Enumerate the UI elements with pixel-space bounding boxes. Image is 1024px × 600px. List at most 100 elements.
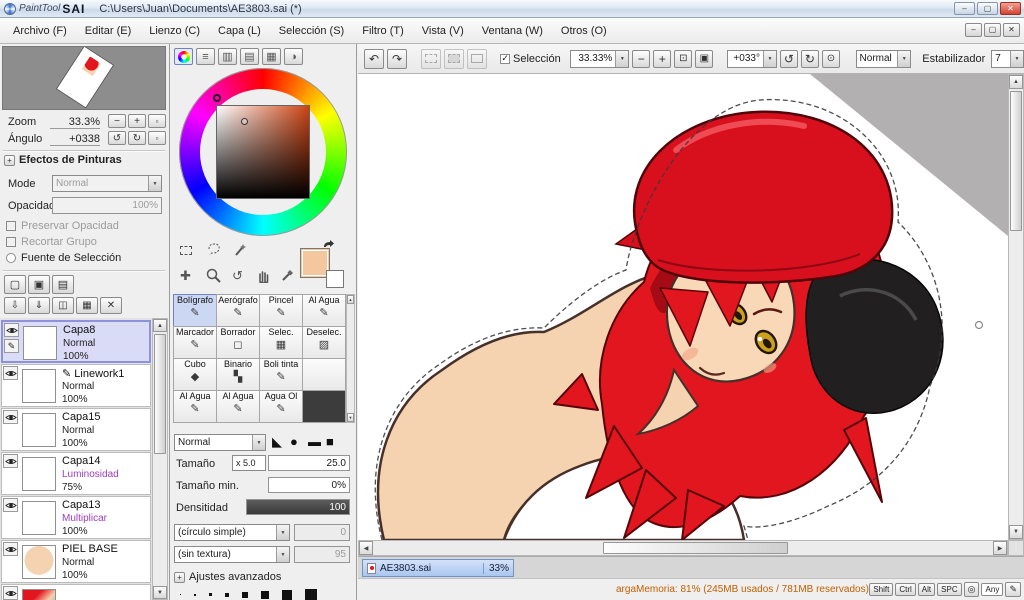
canvas-vscrollbar[interactable]: ▲ ▼ bbox=[1008, 74, 1024, 540]
scroll-down-icon[interactable]: ▼ bbox=[1009, 525, 1023, 539]
zoom-combo[interactable]: 33.33% ▼ bbox=[569, 49, 630, 68]
minimize-button[interactable]: – bbox=[954, 2, 975, 15]
magic-wand-tool[interactable] bbox=[232, 242, 248, 260]
min-size-slider[interactable]: 0% bbox=[268, 477, 350, 493]
scroll-up-icon[interactable]: ▲ bbox=[347, 295, 354, 304]
paint-target-icon[interactable]: ✎ bbox=[4, 339, 19, 353]
layer-row-capa8[interactable]: ✎ Capa8 Normal 100% bbox=[1, 320, 151, 363]
crop-selection-button[interactable] bbox=[466, 48, 487, 69]
scroll-up-icon[interactable]: ▲ bbox=[1009, 75, 1023, 89]
new-layer-button[interactable]: ▢ bbox=[4, 275, 26, 294]
brush-shape-strength[interactable]: 0 bbox=[294, 524, 350, 541]
nav-zoom-in-button[interactable]: + bbox=[128, 114, 146, 128]
nib-chisel-icon[interactable]: ▬ bbox=[308, 434, 321, 449]
delete-layer-button[interactable]: ✕ bbox=[100, 297, 122, 314]
layer-row-piel-base[interactable]: PIEL BASE Normal 100% bbox=[1, 540, 151, 583]
sv-indicator[interactable] bbox=[241, 118, 248, 125]
rotate-ccw-button[interactable]: ↺ bbox=[779, 49, 798, 68]
tool-dark-slot[interactable] bbox=[302, 390, 346, 423]
eye-icon[interactable] bbox=[3, 542, 18, 556]
brush-size-preset[interactable] bbox=[209, 593, 212, 596]
menu-otros[interactable]: Otros (O) bbox=[552, 21, 616, 41]
fill-layer-button[interactable]: ▦ bbox=[76, 297, 98, 314]
nav-rotate-cw-button[interactable]: ↻ bbox=[128, 131, 146, 145]
merge-down-button[interactable]: ⇓ bbox=[28, 297, 50, 314]
navigator-preview[interactable] bbox=[2, 46, 166, 110]
layer-row-capa13[interactable]: Capa13 Multiplicar 100% bbox=[1, 496, 151, 539]
brush-size-preset[interactable] bbox=[242, 591, 248, 598]
clip-group-checkbox[interactable] bbox=[6, 237, 16, 247]
scrollbar-thumb[interactable] bbox=[603, 542, 788, 554]
device-mode-badge[interactable]: Any bbox=[981, 583, 1004, 596]
transfer-down-button[interactable]: ⇩ bbox=[4, 297, 26, 314]
brush-size-preset[interactable] bbox=[305, 588, 317, 600]
eyedropper-tool[interactable] bbox=[280, 268, 295, 286]
doc-minimize-button[interactable]: – bbox=[965, 23, 982, 37]
nav-zoom-value[interactable]: 33.3% bbox=[50, 116, 100, 129]
scroll-left-icon[interactable]: ◀ bbox=[359, 541, 373, 555]
tool-al-agua-3[interactable]: Al Agua ✎ bbox=[216, 390, 260, 423]
tool-boli-tinta[interactable]: Boli tinta ✎ bbox=[259, 358, 303, 391]
alt-key-badge[interactable]: Alt bbox=[917, 583, 936, 596]
nav-zoom-reset-button[interactable]: ▫ bbox=[148, 114, 166, 128]
doc-restore-button[interactable]: ▢ bbox=[984, 23, 1001, 37]
rect-select-tool[interactable] bbox=[180, 246, 192, 258]
brush-size-preset[interactable] bbox=[261, 590, 269, 599]
hsv-sliders-tab[interactable]: ▥ bbox=[218, 48, 237, 65]
new-linework-layer-button[interactable]: ▣ bbox=[28, 275, 50, 294]
scratchpad-tab[interactable]: ◑ bbox=[284, 48, 303, 65]
menu-seleccion[interactable]: Selección (S) bbox=[270, 21, 353, 41]
eye-icon[interactable] bbox=[3, 586, 18, 600]
menu-archivo[interactable]: Archivo (F) bbox=[4, 21, 76, 41]
tool-borrador[interactable]: Borrador ◻ bbox=[216, 326, 260, 359]
swatches-tab[interactable]: ▦ bbox=[262, 48, 281, 65]
rotate-reset-button[interactable]: ⊙ bbox=[821, 49, 840, 68]
space-key-badge[interactable]: SPC bbox=[937, 583, 962, 596]
scroll-down-icon[interactable]: ▼ bbox=[347, 413, 354, 422]
tool-grid-scrollbar[interactable]: ▲ ▼ bbox=[346, 294, 355, 423]
zoom-fit-button[interactable]: ⊡ bbox=[674, 49, 693, 68]
nav-angle-value[interactable]: +0338 bbox=[50, 133, 100, 146]
layer-list-scrollbar[interactable]: ▲ ▼ bbox=[152, 318, 168, 600]
tool-cubo[interactable]: Cubo ◆ bbox=[173, 358, 217, 391]
effects-mode-select[interactable]: Normal ▼ bbox=[52, 175, 162, 192]
eye-icon[interactable] bbox=[3, 454, 18, 468]
rotate-cw-button[interactable]: ↻ bbox=[800, 49, 819, 68]
scroll-down-icon[interactable]: ▼ bbox=[153, 586, 167, 599]
nib-round-icon[interactable]: ● bbox=[290, 434, 298, 449]
hue-indicator[interactable] bbox=[213, 94, 221, 102]
menu-filtro[interactable]: Filtro (T) bbox=[353, 21, 413, 41]
background-color-swatch[interactable] bbox=[326, 270, 344, 288]
rotate-view-tool[interactable]: ↺ bbox=[232, 268, 243, 284]
brush-size-preset[interactable] bbox=[194, 593, 196, 596]
size-slider[interactable]: 25.0 bbox=[268, 455, 350, 471]
document-tab[interactable]: AE3803.sai 33% bbox=[362, 559, 514, 577]
scroll-up-icon[interactable]: ▲ bbox=[153, 319, 167, 332]
advanced-expand-button[interactable]: + bbox=[174, 572, 185, 583]
canvas[interactable] bbox=[358, 74, 1008, 540]
menu-capa[interactable]: Capa (L) bbox=[209, 21, 270, 41]
brush-size-preset[interactable] bbox=[282, 589, 292, 600]
layer-row-partial[interactable] bbox=[1, 584, 151, 600]
size-step-box[interactable]: x 5.0 bbox=[232, 455, 266, 471]
eye-icon[interactable] bbox=[3, 366, 18, 380]
shift-key-badge[interactable]: Shift bbox=[869, 583, 894, 596]
undo-button[interactable]: ↶ bbox=[364, 48, 384, 69]
menu-editar[interactable]: Editar (E) bbox=[76, 21, 140, 41]
tool-agua-ol[interactable]: Agua Ol ✎ bbox=[259, 390, 303, 423]
zoom-original-button[interactable]: ▣ bbox=[695, 49, 714, 68]
brush-texture-strength[interactable]: 95 bbox=[294, 546, 350, 563]
sv-square[interactable] bbox=[216, 105, 310, 199]
maximize-button[interactable]: ▢ bbox=[977, 2, 998, 15]
clear-layer-button[interactable]: ◫ bbox=[52, 297, 74, 314]
redo-button[interactable]: ↷ bbox=[387, 48, 407, 69]
scroll-right-icon[interactable]: ▶ bbox=[993, 541, 1007, 555]
brush-size-preset[interactable] bbox=[225, 592, 229, 597]
new-folder-button[interactable]: ▤ bbox=[52, 275, 74, 294]
close-button[interactable]: ✕ bbox=[1000, 2, 1021, 15]
layer-row-capa14[interactable]: Capa14 Luminosidad 75% bbox=[1, 452, 151, 495]
color-mixer-tab[interactable]: ▤ bbox=[240, 48, 259, 65]
pen-mode-icon[interactable]: ✎ bbox=[1005, 582, 1021, 597]
color-wheel-tab[interactable] bbox=[174, 48, 193, 65]
eye-icon[interactable] bbox=[3, 410, 18, 424]
